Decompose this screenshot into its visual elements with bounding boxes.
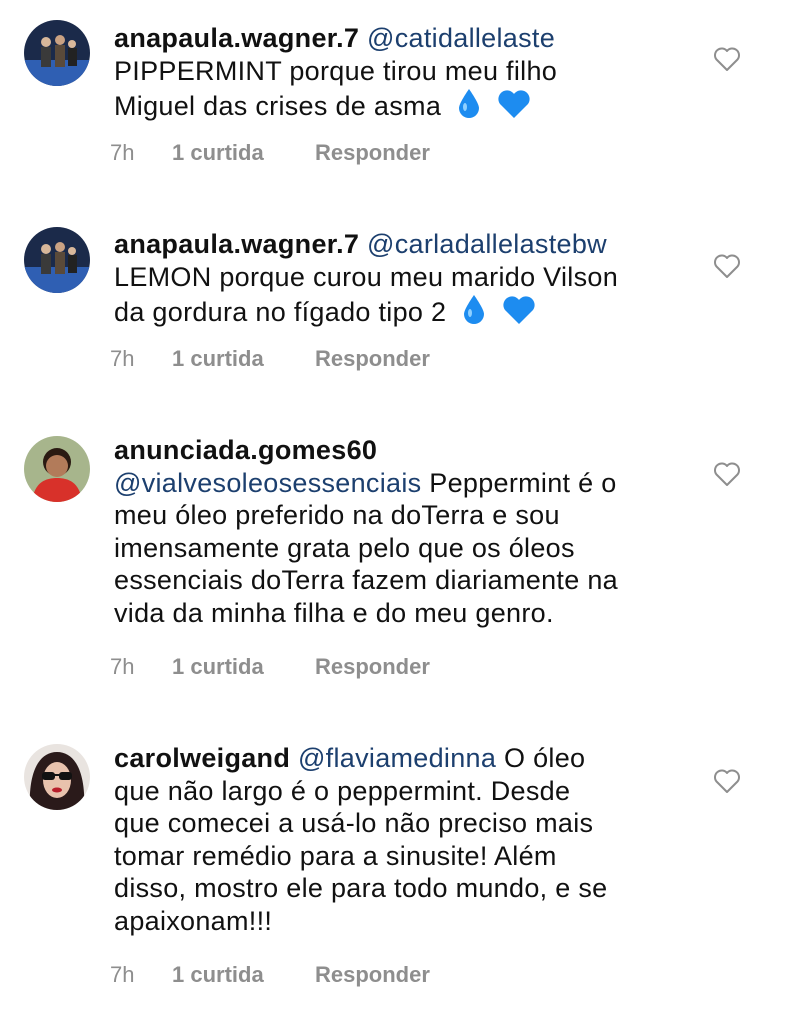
droplet-emoji	[457, 87, 481, 127]
comment-username[interactable]: carolweigand	[114, 743, 290, 773]
comment-text-line: apaixonam!!!	[114, 905, 273, 936]
avatar[interactable]	[24, 227, 90, 293]
comment-time: 7h	[110, 140, 135, 165]
comment-text-line: PIPPERMINT porque tirou meu filho	[114, 55, 558, 86]
comment-time: 7h	[110, 654, 135, 679]
comment-text-line: essenciais doTerra fazem diariamente na	[114, 565, 618, 595]
avatar[interactable]	[24, 436, 90, 502]
comment-text-line: Peppermint é o	[429, 467, 617, 498]
comment-likes[interactable]: 1 curtida	[172, 346, 315, 372]
heart-outline-icon[interactable]	[713, 253, 741, 279]
blue-heart-emoji	[502, 295, 536, 333]
comment-meta: 7h 1 curtida Responder	[110, 654, 430, 680]
reply-button[interactable]: Responder	[315, 962, 430, 988]
comment-item: carolweigand @flaviamedinna O óleo que n…	[0, 726, 786, 1024]
comment-mention[interactable]: @carladallelastebw	[367, 229, 607, 259]
comment-username[interactable]: anunciada.gomes60	[114, 435, 377, 465]
comment-text-line: que não largo é o peppermint. Desde	[114, 775, 571, 806]
comment-text-line: vida da minha filha e do meu genro.	[114, 597, 554, 628]
heart-outline-icon[interactable]	[713, 768, 741, 794]
comment-meta: 7h 1 curtida Responder	[110, 140, 430, 166]
comment-mention[interactable]: @catidallelaste	[367, 23, 555, 53]
reply-button[interactable]: Responder	[315, 346, 430, 372]
comment-text-line: da gordura no fígado tipo 2	[114, 297, 447, 327]
avatar[interactable]	[24, 20, 90, 86]
comment-body: carolweigand @flaviamedinna O óleo que n…	[114, 742, 704, 937]
comment-text-line: LEMON porque curou meu marido Vilson	[114, 261, 619, 292]
comment-item: anapaula.wagner.7 @catidallelaste PIPPER…	[0, 0, 786, 200]
comment-text-line: O óleo	[504, 743, 586, 773]
comment-likes[interactable]: 1 curtida	[172, 962, 315, 988]
avatar[interactable]	[24, 744, 90, 810]
comment-item: anunciada.gomes60 @vialvesoleosessenciai…	[0, 418, 786, 708]
comment-time: 7h	[110, 962, 135, 987]
comment-likes[interactable]: 1 curtida	[172, 140, 315, 166]
comment-text-line: imensamente grata pelo que os óleos	[114, 532, 575, 563]
comment-time: 7h	[110, 346, 135, 371]
comment-body: anunciada.gomes60 @vialvesoleosessenciai…	[114, 434, 704, 629]
comment-text-line: que comecei a usá-lo não preciso mais	[114, 808, 594, 838]
comment-username[interactable]: anapaula.wagner.7	[114, 229, 359, 259]
comment-meta: 7h 1 curtida Responder	[110, 962, 430, 988]
heart-outline-icon[interactable]	[713, 461, 741, 487]
comment-text-line: tomar remédio para a sinusite! Além	[114, 840, 557, 871]
comment-meta: 7h 1 curtida Responder	[110, 346, 430, 372]
comment-text-line: Miguel das crises de asma	[114, 91, 442, 121]
reply-button[interactable]: Responder	[315, 654, 430, 680]
comment-mention[interactable]: @vialvesoleosessenciais	[114, 468, 421, 498]
comment-likes[interactable]: 1 curtida	[172, 654, 315, 680]
blue-heart-emoji	[497, 89, 531, 127]
comment-text-line: meu óleo preferido na doTerra e sou	[114, 500, 560, 530]
droplet-emoji	[462, 293, 486, 333]
heart-outline-icon[interactable]	[713, 46, 741, 72]
comment-text-line: disso, mostro ele para todo mundo, e se	[114, 873, 608, 903]
reply-button[interactable]: Responder	[315, 140, 430, 166]
comment-mention[interactable]: @flaviamedinna	[298, 743, 496, 773]
comment-body: anapaula.wagner.7 @catidallelaste PIPPER…	[114, 22, 704, 127]
comment-username[interactable]: anapaula.wagner.7	[114, 23, 359, 53]
comment-body: anapaula.wagner.7 @carladallelastebw LEM…	[114, 228, 704, 333]
comment-item: anapaula.wagner.7 @carladallelastebw LEM…	[0, 210, 786, 410]
